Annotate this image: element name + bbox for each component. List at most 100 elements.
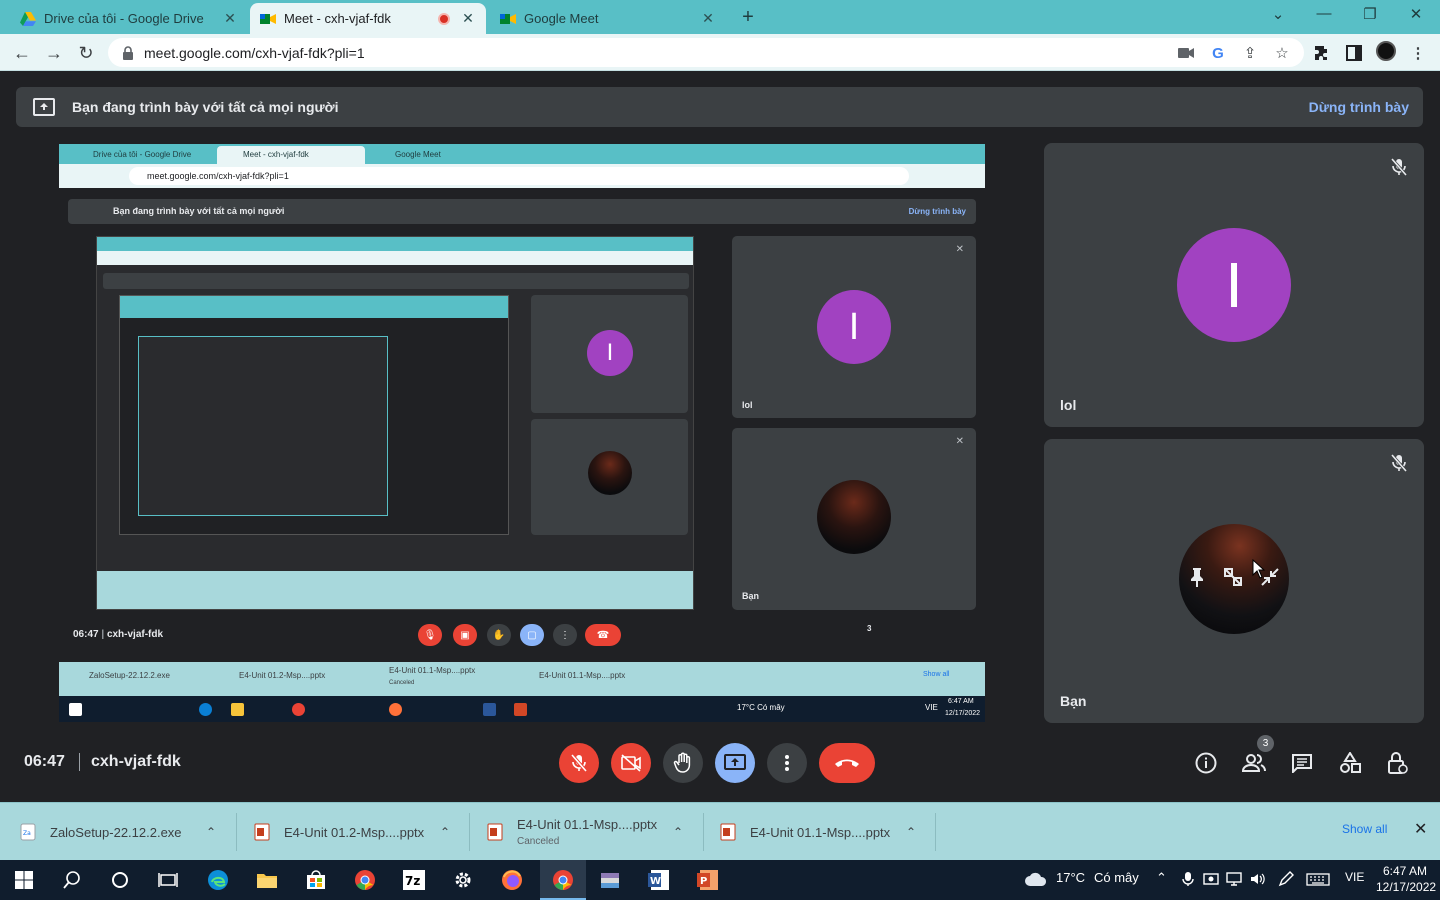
meeting-clock: 06:47: [24, 753, 65, 770]
chevron-up-icon[interactable]: ⌃: [673, 825, 683, 839]
close-tab-icon[interactable]: ✕: [700, 10, 716, 27]
toggle-camera-button[interactable]: [611, 743, 651, 783]
download-filename: ZaloSetup-22.12.2.exe: [50, 824, 182, 840]
download-filename: E4-Unit 01.1-Msp....pptx: [517, 817, 658, 832]
microsoft-store-icon[interactable]: [304, 868, 328, 892]
chat-button[interactable]: [1290, 751, 1314, 775]
shared-download-status: Canceled: [389, 680, 415, 686]
chevron-up-icon[interactable]: ⌃: [906, 825, 916, 839]
camera-tray-icon[interactable]: [1203, 871, 1219, 887]
google-translate-icon[interactable]: G: [1208, 43, 1228, 63]
cortana-icon[interactable]: [108, 868, 132, 892]
shared-download-item: E4-Unit 01.1-Msp....pptx: [539, 671, 626, 680]
windows-start-icon[interactable]: [12, 868, 36, 892]
system-time: 6:47 AM: [1382, 864, 1428, 878]
chevron-up-icon[interactable]: ⌃: [1156, 870, 1167, 886]
download-item[interactable]: E4-Unit 01.1-Msp....pptx Canceled ⌃: [487, 803, 699, 861]
close-window-button[interactable]: ✕: [1401, 5, 1431, 23]
chevron-up-icon[interactable]: ⌃: [440, 825, 450, 839]
keyboard-icon[interactable]: [1306, 871, 1330, 887]
present-screen-icon: [33, 98, 55, 116]
pen-icon[interactable]: [1278, 871, 1294, 887]
nested-tab-strip: [97, 237, 693, 251]
bookmark-star-icon[interactable]: ☆: [1272, 43, 1292, 63]
back-icon[interactable]: ←: [11, 42, 33, 64]
download-item[interactable]: E4-Unit 01.2-Msp....pptx ⌃: [254, 803, 466, 861]
toggle-microphone-button[interactable]: [559, 743, 599, 783]
shared-hangup-icon: ☎: [585, 624, 621, 646]
settings-gear-icon[interactable]: [451, 868, 475, 892]
stop-presenting-button[interactable]: Dừng trình bày: [1309, 99, 1409, 115]
close-downloads-bar-icon[interactable]: ✕: [1414, 819, 1427, 839]
participant-tile-lol[interactable]: I lol: [1044, 143, 1424, 427]
more-options-button[interactable]: [767, 743, 807, 783]
download-item[interactable]: Za ZaloSetup-22.12.2.exe ⌃: [20, 803, 232, 861]
side-panel-icon[interactable]: [1344, 43, 1364, 63]
download-filename: E4-Unit 01.1-Msp....pptx: [750, 824, 891, 840]
camera-off-icon: [621, 754, 641, 772]
tab-google-drive[interactable]: Drive của tôi - Google Drive ✕: [10, 3, 248, 34]
edge-icon[interactable]: [206, 868, 230, 892]
powerpoint-icon[interactable]: P: [696, 868, 720, 892]
chrome-menu-icon[interactable]: ⋮: [1408, 43, 1428, 63]
shared-tab: Google Meet: [395, 150, 441, 159]
close-tab-icon[interactable]: ✕: [460, 10, 476, 27]
file-explorer-icon[interactable]: [255, 868, 279, 892]
cloud-weather-icon[interactable]: [1024, 870, 1048, 888]
address-bar[interactable]: meet.google.com/cxh-vjaf-fdk?pli=1: [108, 38, 1304, 67]
minimize-button[interactable]: —: [1309, 5, 1339, 22]
chrome-icon[interactable]: [353, 868, 377, 892]
mouse-cursor-icon: [1252, 559, 1266, 579]
tile-hover-actions: [1179, 567, 1289, 587]
weather-desc[interactable]: Có mây: [1094, 870, 1139, 885]
weather-temp[interactable]: 17°C: [1056, 870, 1085, 885]
system-clock[interactable]: 6:47 AM 12/17/2022: [1376, 863, 1436, 895]
shared-banner: Bạn đang trình bày với tất cả mọi người …: [68, 199, 976, 224]
host-controls-button[interactable]: [1386, 751, 1410, 775]
frame-off-icon[interactable]: [1223, 567, 1243, 587]
network-icon[interactable]: [1226, 871, 1242, 887]
tab-search-button[interactable]: ⌄: [1263, 5, 1293, 23]
svg-text:P: P: [700, 876, 707, 887]
winrar-icon[interactable]: [598, 868, 622, 892]
exe-file-icon: Za: [20, 823, 36, 841]
maximize-button[interactable]: ❐: [1355, 5, 1385, 23]
word-icon[interactable]: W: [647, 868, 671, 892]
download-item[interactable]: E4-Unit 01.1-Msp....pptx ⌃: [720, 803, 932, 861]
chevron-up-icon[interactable]: ⌃: [206, 825, 216, 839]
svg-text:W: W: [650, 876, 661, 887]
forward-icon[interactable]: →: [43, 42, 65, 64]
pptx-file-icon: [487, 823, 503, 841]
meeting-details-button[interactable]: [1194, 751, 1218, 775]
pptx-file-icon: [254, 823, 270, 841]
reload-icon[interactable]: ↻: [75, 42, 97, 64]
participant-tile-self[interactable]: Bạn: [1044, 439, 1424, 723]
windows-taskbar: 7z W P: [0, 860, 1440, 900]
shared-firefox-icon: [389, 703, 402, 716]
shared-chrome-icon: [292, 703, 305, 716]
close-tab-icon[interactable]: ✕: [222, 10, 238, 27]
tab-meet[interactable]: Meet - cxh-vjaf-fdk ✕: [250, 3, 486, 34]
firefox-icon[interactable]: [500, 868, 524, 892]
present-now-button[interactable]: [715, 743, 755, 783]
chrome-active-icon[interactable]: [551, 868, 575, 892]
leave-call-button[interactable]: [819, 743, 875, 783]
new-tab-button[interactable]: +: [737, 6, 759, 29]
volume-icon[interactable]: [1250, 871, 1266, 887]
search-icon[interactable]: [60, 868, 84, 892]
extensions-icon[interactable]: [1312, 43, 1332, 63]
show-everyone-button[interactable]: [1242, 751, 1266, 775]
microphone-icon[interactable]: [1180, 871, 1196, 887]
show-all-downloads-link[interactable]: Show all: [1342, 822, 1387, 836]
tab-google-meet[interactable]: Google Meet ✕: [490, 3, 726, 34]
activities-button[interactable]: [1338, 751, 1362, 775]
task-view-icon[interactable]: [156, 868, 180, 892]
7zip-icon[interactable]: 7z: [402, 868, 426, 892]
input-language[interactable]: VIE: [1345, 870, 1364, 884]
svg-text:7z: 7z: [405, 874, 420, 888]
pin-icon[interactable]: [1188, 567, 1206, 587]
raise-hand-button[interactable]: [663, 743, 703, 783]
share-icon[interactable]: ⇪: [1240, 43, 1260, 63]
profile-avatar[interactable]: [1376, 41, 1396, 61]
camera-in-use-icon[interactable]: [1176, 43, 1196, 63]
